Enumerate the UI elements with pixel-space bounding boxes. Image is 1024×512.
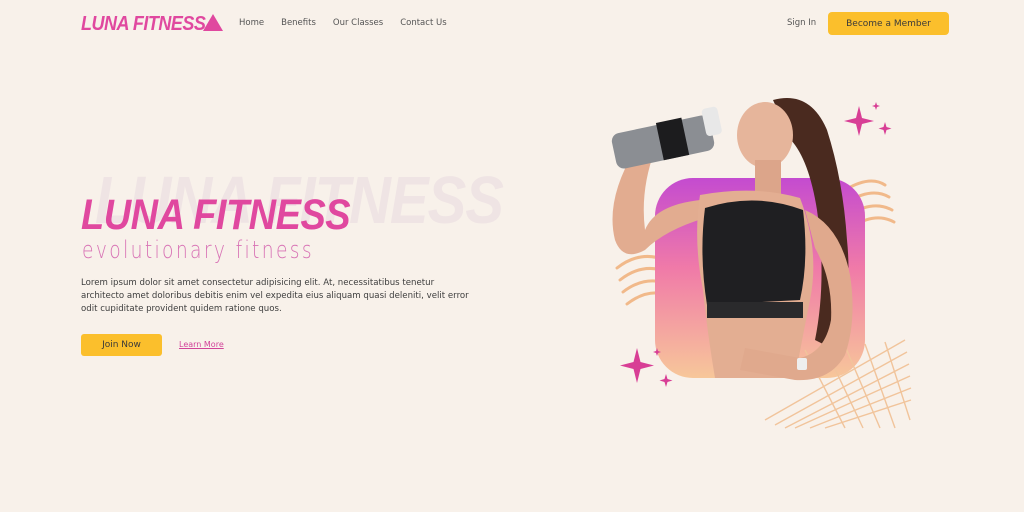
hero-description: Lorem ipsum dolor sit amet consectetur a…: [81, 278, 469, 314]
nav-link-our-classes[interactable]: Our Classes: [333, 17, 383, 29]
sparkle-top-icon: [844, 102, 892, 136]
hero-subtitle: evolutionary fitness: [82, 236, 314, 264]
main-nav: Home Benefits Our Classes Contact Us: [239, 17, 464, 29]
watch-icon: [797, 358, 807, 370]
logo[interactable]: LUNA FITNESS: [81, 10, 224, 36]
water-bottle-icon: [611, 106, 722, 169]
woman-figure: [611, 98, 853, 381]
become-member-button[interactable]: Become a Member: [828, 12, 949, 35]
hero-title: LUNA FITNESS: [81, 192, 351, 240]
logo-triangle-icon: [203, 13, 224, 31]
sign-in-link[interactable]: Sign In: [787, 17, 816, 29]
join-now-button[interactable]: Join Now: [81, 334, 162, 356]
nav-link-benefits[interactable]: Benefits: [281, 17, 316, 29]
learn-more-link[interactable]: Learn More: [179, 340, 224, 349]
nav-link-contact-us[interactable]: Contact Us: [400, 17, 446, 29]
hero-illustration: [611, 98, 912, 429]
site-header: LUNA FITNESS Home Benefits Our Classes C…: [0, 0, 1024, 46]
nav-link-home[interactable]: Home: [239, 17, 264, 29]
logo-text: LUNA FITNESS: [81, 10, 206, 34]
